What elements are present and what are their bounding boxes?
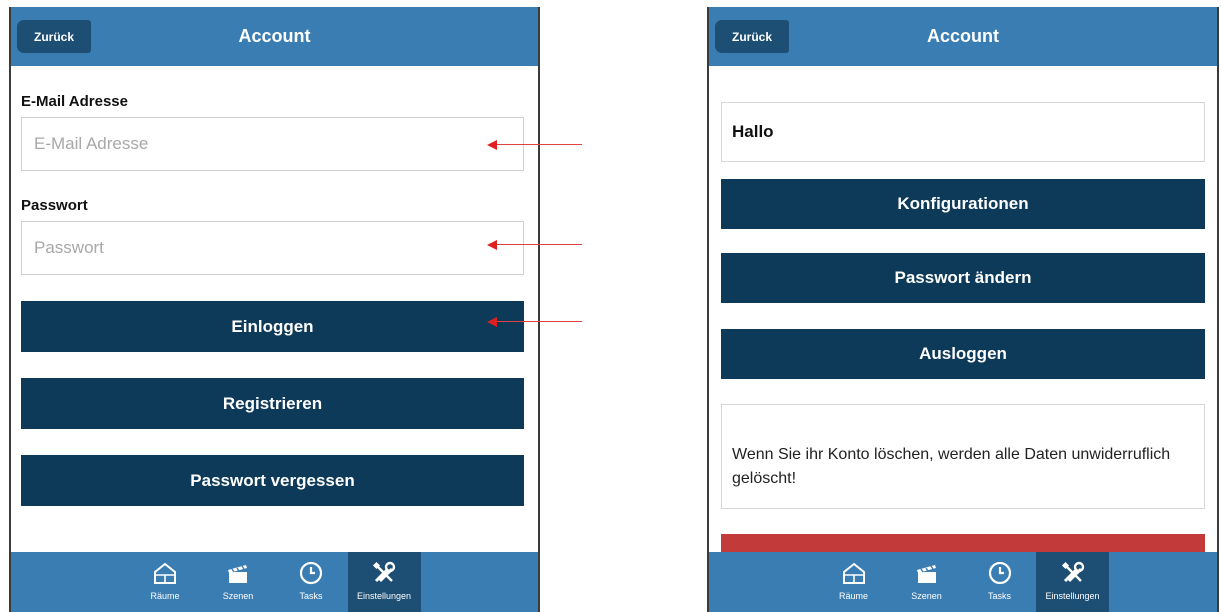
arrow-line [495, 321, 582, 322]
header-bar: Zurück Account [709, 7, 1217, 66]
tab-label: Einstellungen [1045, 591, 1100, 601]
login-button[interactable]: Einloggen [21, 301, 524, 352]
tab-tasks[interactable]: Tasks [963, 552, 1036, 612]
logout-button[interactable]: Ausloggen [721, 329, 1205, 379]
tab-scenes[interactable]: Szenen [202, 552, 275, 612]
header-bar: Zurück Account [11, 7, 538, 66]
arrow-line [495, 144, 582, 145]
tab-settings[interactable]: Einstellungen [1036, 552, 1109, 612]
password-label: Passwort [21, 197, 88, 214]
back-button[interactable]: Zurück [17, 20, 91, 53]
arrow-head [487, 240, 497, 250]
tab-scenes[interactable]: Szenen [890, 552, 963, 612]
email-label: E-Mail Adresse [21, 93, 128, 110]
tab-tasks[interactable]: Tasks [275, 552, 348, 612]
tab-label: Räume [150, 591, 180, 601]
account-screen: Zurück Account Hallo Konfigurationen Pas… [707, 7, 1219, 612]
arrow-head [487, 140, 497, 150]
tools-icon [1061, 561, 1084, 583]
tab-label: Einstellungen [356, 591, 412, 601]
delete-account-button[interactable] [721, 534, 1205, 554]
annotation-arrow [487, 138, 582, 152]
clapperboard-icon [228, 565, 247, 583]
greeting-text: Hallo [721, 102, 1205, 162]
email-field[interactable] [21, 117, 524, 171]
clock-icon [988, 561, 1011, 585]
login-screen: Zurück Account E-Mail Adresse Passwort E… [9, 7, 540, 612]
tab-label: Szenen [911, 591, 942, 601]
tools-icon [372, 561, 396, 583]
forgot-password-button[interactable]: Passwort vergessen [21, 455, 524, 506]
tab-rooms[interactable]: Räume [129, 552, 202, 612]
clapperboard-icon [916, 565, 936, 583]
register-button[interactable]: Registrieren [21, 378, 524, 429]
back-button[interactable]: Zurück [715, 20, 789, 53]
arrow-line [495, 244, 582, 245]
tab-label: Tasks [987, 591, 1011, 601]
delete-warning: Wenn Sie ihr Konto löschen, werden alle … [721, 404, 1205, 509]
tab-bar: Räume Szenen Tasks Einstellungen [709, 552, 1217, 612]
tab-rooms[interactable]: Räume [817, 552, 890, 612]
configurations-button[interactable]: Konfigurationen [721, 179, 1205, 229]
tab-bar: Räume Szenen Tasks Einstellungen [11, 552, 538, 612]
password-field[interactable] [21, 221, 524, 275]
house-icon [842, 562, 865, 584]
tab-label: Räume [838, 591, 868, 601]
house-icon [154, 562, 176, 584]
annotation-arrow [487, 315, 582, 329]
tab-settings[interactable]: Einstellungen [347, 552, 421, 612]
arrow-head [487, 317, 497, 327]
tab-label: Tasks [299, 591, 323, 601]
change-password-button[interactable]: Passwort ändern [721, 253, 1205, 303]
clock-icon [299, 561, 323, 585]
tab-label: Szenen [222, 591, 254, 601]
annotation-arrow [487, 238, 582, 252]
